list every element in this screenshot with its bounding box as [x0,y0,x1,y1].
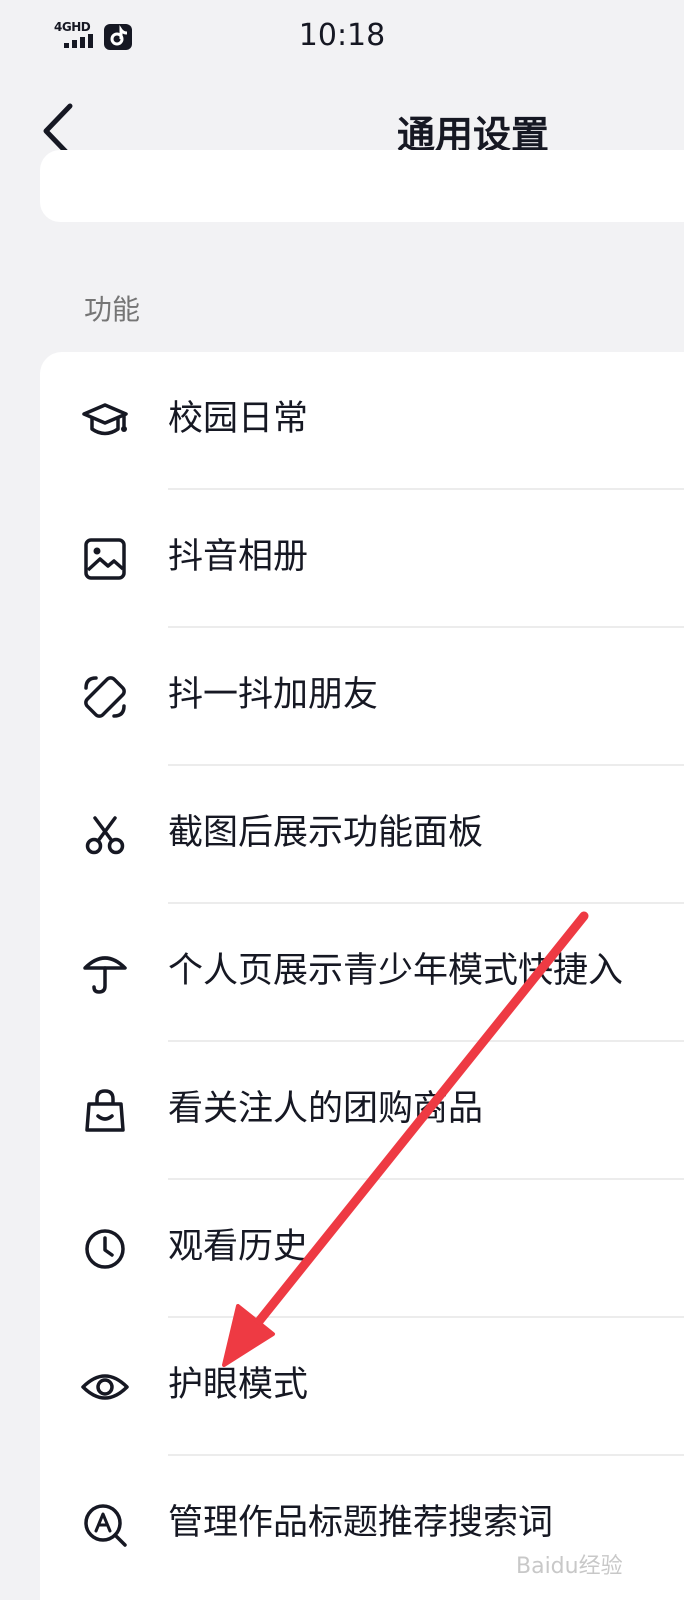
section-title: 功能 [84,293,141,326]
setting-item-label: 校园日常 [168,399,309,439]
setting-item-teen-mode-shortcut[interactable]: 个人页展示青少年模式快捷入 [40,904,684,1042]
setting-item-shake[interactable]: 抖一抖加朋友 [40,628,684,766]
setting-item-label: 护眼模式 [168,1365,309,1405]
setting-item-album[interactable]: 抖音相册 [40,490,684,628]
setting-item-label: 看关注人的团购商品 [168,1089,484,1129]
status-time: 10:18 [298,18,386,53]
setting-item-label: 管理作品标题推荐搜索词 [168,1503,554,1543]
umbrella-icon [83,956,127,994]
setting-item-label: 观看历史 [168,1227,309,1267]
shake-phone-icon [84,676,126,718]
setting-item-campus[interactable]: 校园日常 [40,352,684,490]
feature-settings-card: 校园日常 抖音相册 抖一抖加朋友 截图后展示功能面板 个人页展示青少年模式快捷入… [40,352,684,1600]
shopping-bag-icon [85,1089,125,1132]
previous-settings-card [40,150,684,222]
scissors-icon [85,816,125,855]
graduation-cap-icon [82,403,128,436]
setting-item-screenshot-panel[interactable]: 截图后展示功能面板 [40,766,684,904]
image-icon [84,538,126,580]
setting-item-watch-history[interactable]: 观看历史 [40,1180,684,1318]
setting-item-label: 截图后展示功能面板 [168,813,484,853]
setting-item-label: 抖一抖加朋友 [168,675,379,715]
setting-item-label: 抖音相册 [168,537,309,577]
settings-page: 4GHD 10:18 通用设置 功能 校园日常 抖音相册 抖一抖加朋友 截图后展… [0,0,684,1600]
eye-icon [81,1374,129,1400]
status-bar: 4GHD 10:18 [0,0,684,72]
clock-icon [85,1229,125,1269]
setting-item-label: 个人页展示青少年模式快捷入 [168,951,624,991]
setting-item-eye-protection[interactable]: 护眼模式 [40,1318,684,1456]
watermark: Baidu经验 [516,1554,623,1579]
search-a-icon [84,1504,127,1547]
setting-item-group-buy[interactable]: 看关注人的团购商品 [40,1042,684,1180]
